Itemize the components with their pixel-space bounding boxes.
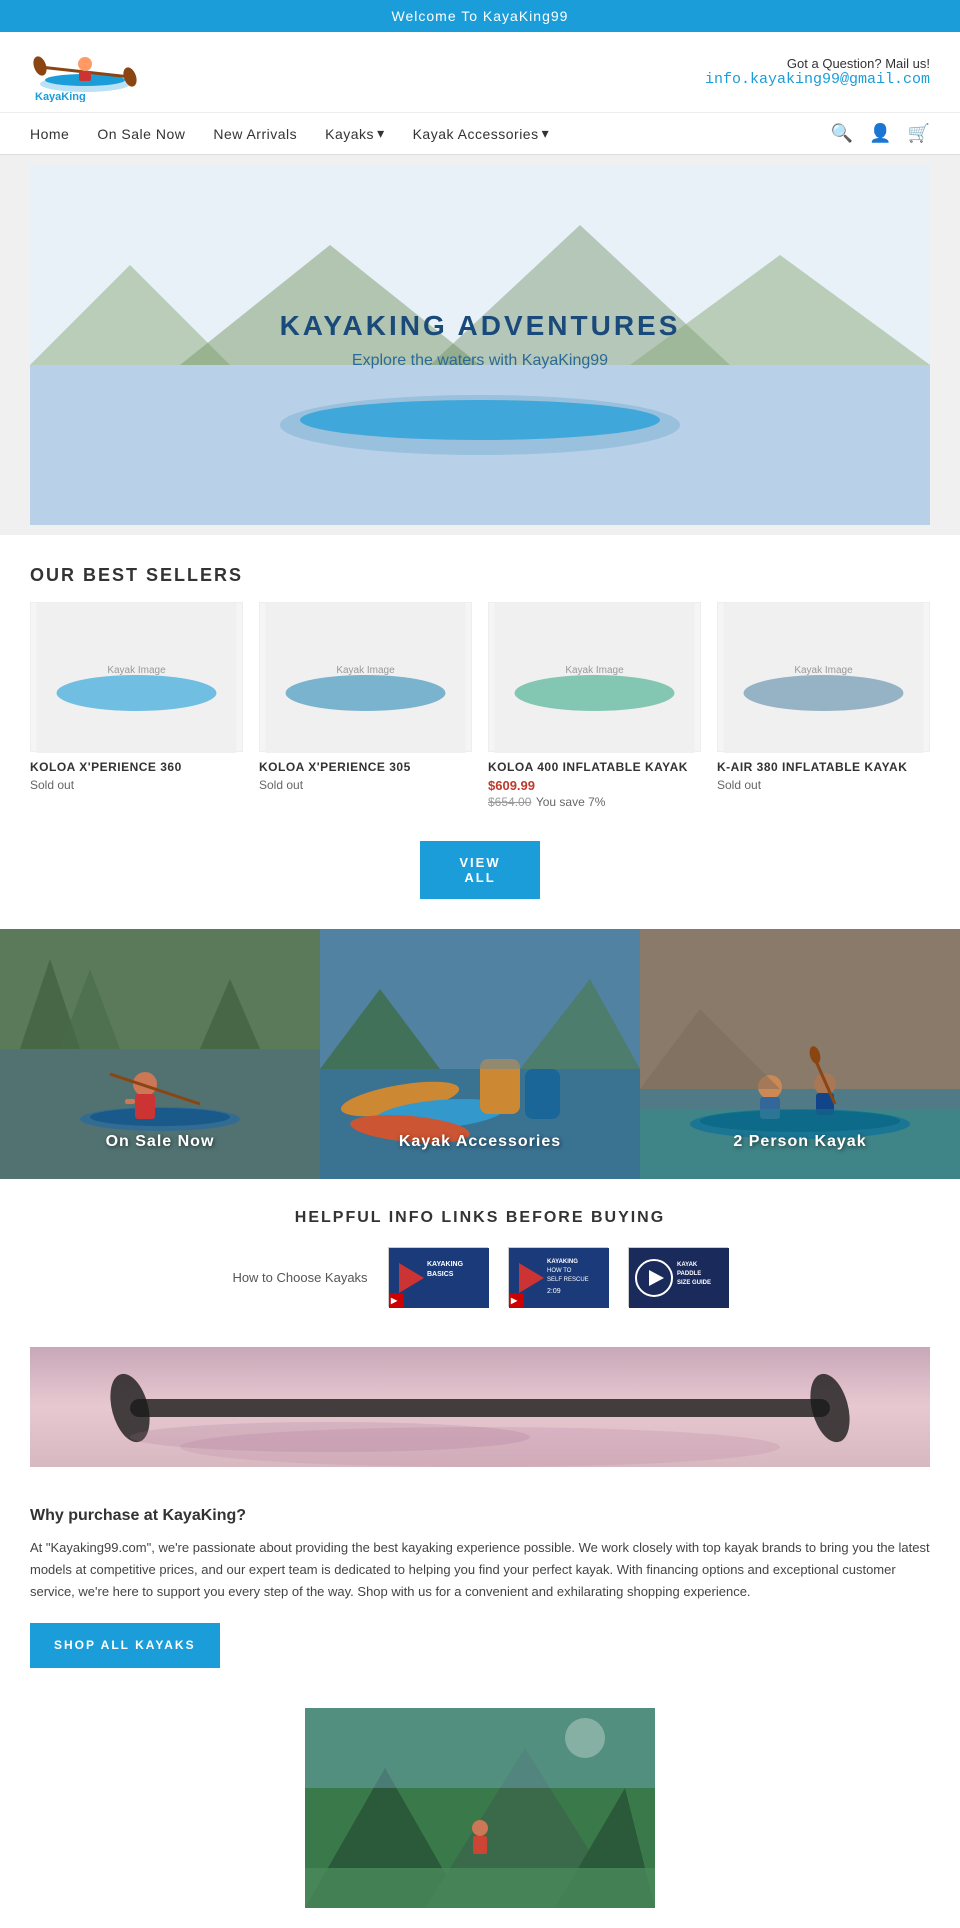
bottom-image-area: [0, 1708, 960, 1928]
product-image-1: Kayak Image: [30, 602, 243, 752]
best-sellers-title: OUR BEST SELLERS: [0, 535, 960, 602]
product-image-4: Kayak Image: [717, 602, 930, 752]
top-banner: Welcome To KayaKing99: [0, 0, 960, 32]
shop-all-button[interactable]: SHOP ALL KAYAKS: [30, 1623, 220, 1668]
svg-text:PADDLE: PADDLE: [677, 1271, 701, 1277]
category-on-sale-label-area: On Sale Now: [0, 929, 320, 1179]
product-name-2: KOLOA X'PERIENCE 305: [259, 760, 472, 774]
category-on-sale[interactable]: On Sale Now: [0, 929, 320, 1179]
nav-new-arrivals[interactable]: New Arrivals: [213, 126, 297, 142]
svg-text:BASICS: BASICS: [427, 1271, 454, 1278]
main-nav: Home On Sale Now New Arrivals Kayaks ▾ K…: [0, 113, 960, 155]
chevron-down-icon: ▾: [377, 125, 385, 142]
product-original-price-3: $654.00: [488, 795, 531, 809]
banner-text: Welcome To KayaKing99: [392, 8, 569, 24]
product-image-3: Kayak Image: [488, 602, 701, 752]
svg-text:HOW TO: HOW TO: [547, 1268, 572, 1274]
product-image-2: Kayak Image: [259, 602, 472, 752]
product-card-4[interactable]: Kayak Image K-AIR 380 INFLATABLE KAYAK S…: [717, 602, 930, 811]
product-savings-3: You save 7%: [536, 795, 606, 809]
nav-kayaks-label: Kayaks: [325, 126, 374, 142]
helpful-title: HELPFUL INFO LINKS BEFORE BUYING: [30, 1209, 930, 1227]
why-section: Why purchase at KayaKing? At "Kayaking99…: [0, 1487, 960, 1708]
svg-text:▶: ▶: [510, 1296, 518, 1305]
search-icon[interactable]: 🔍: [831, 123, 853, 144]
svg-text:KAYAK: KAYAK: [677, 1262, 698, 1268]
svg-text:Kayak Image: Kayak Image: [565, 665, 624, 676]
helpful-links: How to Choose Kayaks KAYAKING BASICS ▶ K…: [30, 1247, 930, 1307]
hero-banner: KAYAKING ADVENTURES Explore the waters w…: [0, 155, 960, 535]
hero-image: KAYAKING ADVENTURES Explore the waters w…: [30, 165, 930, 525]
promo-banner: enjoy our simple purchase site take phot…: [30, 1347, 930, 1467]
category-grid: On Sale Now Kayak Accessori: [0, 929, 960, 1179]
chevron-down-icon: ▾: [542, 125, 550, 142]
best-sellers-section: OUR BEST SELLERS Kayak Image KOLOA X'PER…: [0, 535, 960, 899]
nav-kayaks[interactable]: Kayaks ▾: [325, 125, 384, 142]
product-name-4: K-AIR 380 INFLATABLE KAYAK: [717, 760, 930, 774]
product-sale-price-3: $609.99: [488, 778, 701, 793]
category-label-3: 2 Person Kayak: [640, 1125, 960, 1159]
header: KayaKing Got a Question? Mail us! info.k…: [0, 32, 960, 113]
video-thumb-2[interactable]: KAYAKING HOW TO SELF RESCUE 2:09 ▶: [508, 1247, 608, 1307]
contact-label: Got a Question? Mail us!: [705, 56, 930, 71]
product-original-price-area-3: $654.00 You save 7%: [488, 793, 701, 811]
product-card-1[interactable]: Kayak Image KOLOA X'PERIENCE 360 Sold ou…: [30, 602, 243, 811]
user-icon[interactable]: 👤: [869, 123, 891, 144]
product-status-1: Sold out: [30, 778, 243, 792]
video-thumb-1[interactable]: KAYAKING BASICS ▶: [388, 1247, 488, 1307]
nav-on-sale[interactable]: On Sale Now: [97, 126, 185, 142]
svg-text:Kayak Image: Kayak Image: [794, 665, 853, 676]
svg-text:KAYAKING: KAYAKING: [427, 1261, 464, 1268]
svg-text:Kayak Image: Kayak Image: [336, 665, 395, 676]
why-title: Why purchase at KayaKing?: [30, 1507, 930, 1525]
category-2person-label-area: 2 Person Kayak: [640, 929, 960, 1179]
svg-text:▶: ▶: [390, 1296, 398, 1305]
contact-area: Got a Question? Mail us! info.kayaking99…: [705, 56, 930, 88]
category-label-2: Kayak Accessories: [320, 1125, 640, 1159]
svg-text:Explore the waters with KayaKi: Explore the waters with KayaKing99: [352, 352, 608, 369]
product-card-2[interactable]: Kayak Image KOLOA X'PERIENCE 305 Sold ou…: [259, 602, 472, 811]
nav-accessories-label: Kayak Accessories: [413, 126, 539, 142]
category-accessories-label-area: Kayak Accessories: [320, 929, 640, 1179]
logo-icon: KayaKing: [30, 42, 140, 102]
how-to-label: How to Choose Kayaks: [232, 1270, 367, 1285]
product-card-3[interactable]: Kayak Image KOLOA 400 INFLATABLE KAYAK $…: [488, 602, 701, 811]
svg-text:2:09: 2:09: [547, 1288, 561, 1295]
svg-text:SIZE GUIDE: SIZE GUIDE: [677, 1280, 711, 1286]
svg-text:KAYAKING: KAYAKING: [547, 1259, 578, 1265]
svg-text:KAYAKING ADVENTURES: KAYAKING ADVENTURES: [280, 310, 681, 341]
products-grid: Kayak Image KOLOA X'PERIENCE 360 Sold ou…: [0, 602, 960, 831]
svg-text:SELF RESCUE: SELF RESCUE: [547, 1277, 589, 1283]
view-all-button[interactable]: VIEW ALL: [420, 841, 540, 899]
svg-text:Kayak Image: Kayak Image: [107, 665, 166, 676]
product-name-3: KOLOA 400 INFLATABLE KAYAK: [488, 760, 701, 774]
category-2person[interactable]: 2 Person Kayak: [640, 929, 960, 1179]
product-status-2: Sold out: [259, 778, 472, 792]
email-address[interactable]: info.kayaking99@gmail.com: [705, 71, 930, 88]
nav-kayak-accessories[interactable]: Kayak Accessories ▾: [413, 125, 550, 142]
svg-text:KayaKing: KayaKing: [35, 91, 86, 102]
why-text: At "Kayaking99.com", we're passionate ab…: [30, 1537, 930, 1603]
logo-area[interactable]: KayaKing: [30, 42, 140, 102]
product-status-4: Sold out: [717, 778, 930, 792]
category-label-1: On Sale Now: [0, 1125, 320, 1159]
nav-home[interactable]: Home: [30, 126, 69, 142]
bottom-kayak-image: [305, 1708, 655, 1908]
video-thumb-3[interactable]: KAYAK PADDLE SIZE GUIDE: [628, 1247, 728, 1307]
cart-icon[interactable]: 🛒: [908, 123, 930, 144]
product-name-1: KOLOA X'PERIENCE 360: [30, 760, 243, 774]
nav-icons: 🔍 👤 🛒: [831, 123, 930, 144]
helpful-section: HELPFUL INFO LINKS BEFORE BUYING How to …: [0, 1179, 960, 1327]
category-accessories[interactable]: Kayak Accessories: [320, 929, 640, 1179]
